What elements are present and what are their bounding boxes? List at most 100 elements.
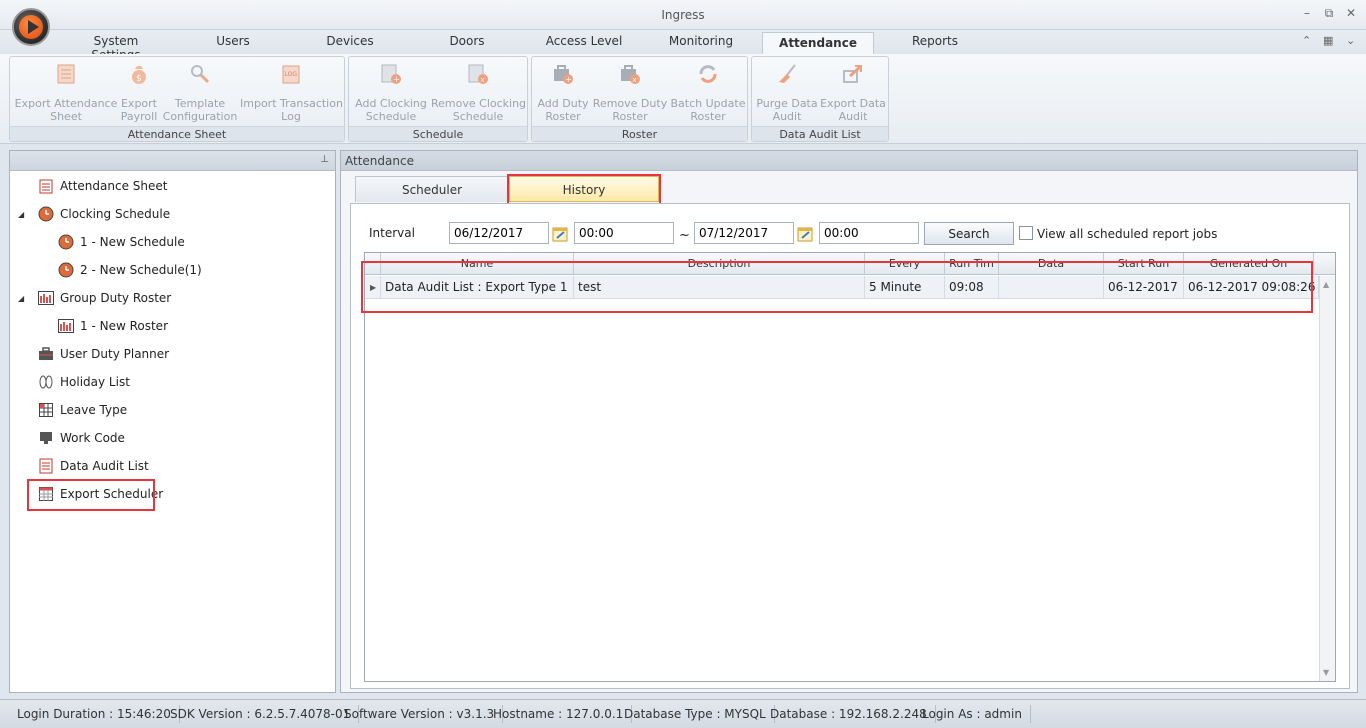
to-date-input[interactable]: [694, 222, 794, 244]
sandals-icon: [38, 374, 54, 390]
briefcase-icon: [38, 346, 54, 362]
close-icon[interactable]: ✕: [1344, 6, 1358, 20]
tab-history[interactable]: History: [509, 176, 659, 202]
remove-duty-roster-button[interactable]: x Remove Duty Roster: [592, 61, 668, 123]
column-header-generated-on[interactable]: Generated On: [1184, 253, 1314, 275]
scroll-up-icon[interactable]: ▲: [1323, 280, 1329, 289]
calendar-picker-icon[interactable]: [552, 226, 568, 242]
tree-item-clocking-schedule[interactable]: ◢ Clocking Schedule: [18, 203, 170, 225]
status-database-type: Database Type : MYSQL: [616, 705, 775, 723]
view-all-checkbox[interactable]: [1019, 226, 1033, 240]
status-bar: Login Duration : 15:46:20 SDK Version : …: [0, 699, 1366, 728]
collapse-triangle-icon[interactable]: ◢: [18, 210, 38, 219]
tree-item-new-schedule-2[interactable]: 2 - New Schedule(1): [58, 259, 202, 281]
table-cell-run-time[interactable]: 09:08: [945, 276, 999, 299]
tab-reports[interactable]: Reports: [908, 34, 962, 48]
column-header-description[interactable]: Description: [574, 253, 865, 275]
help-caret-icon[interactable]: ⌃: [1302, 34, 1311, 47]
from-date-input[interactable]: [449, 222, 549, 244]
restore-icon[interactable]: ⧉: [1322, 6, 1336, 21]
svg-text:LOG: LOG: [285, 71, 298, 78]
table-cell-name[interactable]: Data Audit List : Export Type 1: [381, 276, 574, 299]
tree-item-group-duty-roster[interactable]: ◢ Group Duty Roster: [18, 287, 171, 309]
tree-item-new-roster-1[interactable]: 1 - New Roster: [58, 315, 168, 337]
status-sdk-version: SDK Version : 6.2.5.7.4078-01: [162, 705, 360, 723]
tree-panel-header: ⊥: [10, 151, 335, 171]
history-grid: Name Description Every Run Tim Data Star…: [364, 252, 1336, 682]
remove-clocking-schedule-button[interactable]: x Remove Clocking Schedule: [431, 61, 526, 123]
calendar-picker-icon[interactable]: [797, 226, 813, 242]
ribbon-tabs: System Settings Users Devices Doors Acce…: [0, 30, 1366, 62]
svg-text:+: +: [565, 75, 572, 84]
import-transaction-log-button[interactable]: LOG Import Transaction Log: [240, 61, 343, 123]
row-selector-icon[interactable]: ▶: [365, 276, 381, 299]
layout-icon[interactable]: ▦: [1323, 34, 1333, 47]
export-attendance-sheet-button[interactable]: Export Attendance Sheet: [14, 61, 118, 123]
tree-item-export-scheduler[interactable]: Export Scheduler: [24, 483, 163, 505]
ribbon-group-roster: + Add Duty Roster x Remove Duty Roster B…: [531, 56, 748, 142]
tab-scheduler[interactable]: Scheduler: [355, 176, 509, 202]
tree-item-user-duty-planner[interactable]: User Duty Planner: [24, 343, 169, 365]
tab-access-level[interactable]: Access Level: [545, 34, 623, 48]
column-header-start-run[interactable]: Start Run: [1104, 253, 1184, 275]
column-header-name[interactable]: Name: [381, 253, 574, 275]
svg-text:+: +: [393, 75, 400, 84]
to-time-input[interactable]: [819, 222, 919, 244]
scroll-down-icon[interactable]: ▼: [1323, 668, 1329, 677]
tab-attendance[interactable]: Attendance: [762, 32, 874, 54]
template-configuration-button[interactable]: Template Configuration: [162, 61, 238, 123]
table-cell-every[interactable]: 5 Minute: [865, 276, 945, 299]
calendar-icon: [38, 486, 54, 502]
from-time-input[interactable]: [574, 222, 674, 244]
tab-monitoring[interactable]: Monitoring: [666, 34, 736, 48]
table-cell-description[interactable]: test: [574, 276, 865, 299]
search-button[interactable]: Search: [924, 222, 1014, 245]
status-software-version: Software Version : v3.1.3: [336, 705, 504, 723]
export-data-audit-button[interactable]: Export Data Audit: [820, 61, 886, 123]
pin-icon[interactable]: ⊥: [320, 154, 329, 165]
ribbon-group-schedule: + Add Clocking Schedule x Remove Clockin…: [348, 56, 528, 142]
remove-schedule-icon: x: [465, 61, 491, 87]
add-roster-icon: +: [550, 61, 576, 87]
tree-item-work-code[interactable]: Work Code: [24, 427, 125, 449]
broom-icon: [774, 61, 800, 87]
ribbon: Export Attendance Sheet $ Export Payroll…: [0, 54, 1366, 144]
add-duty-roster-button[interactable]: + Add Duty Roster: [534, 61, 592, 123]
chevron-down-icon[interactable]: ⌄: [1346, 34, 1355, 47]
tab-users[interactable]: Users: [208, 34, 258, 48]
tree-item-new-schedule-1[interactable]: 1 - New Schedule: [58, 231, 185, 253]
tab-doors[interactable]: Doors: [444, 34, 490, 48]
column-header-data[interactable]: Data: [999, 253, 1104, 275]
minimize-icon[interactable]: –: [1300, 6, 1314, 20]
purge-data-audit-button[interactable]: Purge Data Audit: [754, 61, 820, 123]
svg-text:x: x: [481, 76, 485, 84]
money-bag-icon: $: [126, 61, 152, 87]
header-filler: [1314, 253, 1335, 275]
tools-icon: [187, 61, 213, 87]
remove-roster-icon: x: [617, 61, 643, 87]
tree-item-holiday-list[interactable]: Holiday List: [24, 371, 130, 393]
tree-item-data-audit-list[interactable]: Data Audit List: [24, 455, 149, 477]
history-content: Interval ~ Search View all scheduled rep…: [350, 203, 1350, 689]
batch-update-roster-button[interactable]: Batch Update Roster: [670, 61, 746, 123]
tree-item-attendance-sheet[interactable]: Attendance Sheet: [24, 175, 167, 197]
view-all-label: View all scheduled report jobs: [1037, 227, 1218, 241]
column-header-run-time[interactable]: Run Tim: [945, 253, 999, 275]
log-icon: LOG: [278, 61, 304, 87]
table-cell-data[interactable]: [999, 276, 1104, 299]
table-cell-generated-on[interactable]: 06-12-2017 09:08:26: [1184, 276, 1319, 299]
add-clocking-schedule-button[interactable]: + Add Clocking Schedule: [353, 61, 429, 123]
status-login-duration: Login Duration : 15:46:20: [9, 705, 180, 723]
roster-icon: [58, 318, 74, 334]
vertical-scrollbar[interactable]: ▲ ▼: [1319, 276, 1335, 681]
list-icon: [38, 458, 54, 474]
tab-devices[interactable]: Devices: [322, 34, 378, 48]
tree-item-leave-type[interactable]: Leave Type: [24, 399, 127, 421]
table-cell-start-run[interactable]: 06-12-2017: [1104, 276, 1184, 299]
column-header-every[interactable]: Every: [865, 253, 945, 275]
app-menu-orb-icon[interactable]: [12, 8, 50, 46]
attendance-panel: Attendance Scheduler History Interval ~ …: [340, 150, 1358, 693]
export-payroll-button[interactable]: $ Export Payroll: [118, 61, 160, 123]
grid-icon: [38, 402, 54, 418]
collapse-triangle-icon[interactable]: ◢: [18, 294, 38, 303]
